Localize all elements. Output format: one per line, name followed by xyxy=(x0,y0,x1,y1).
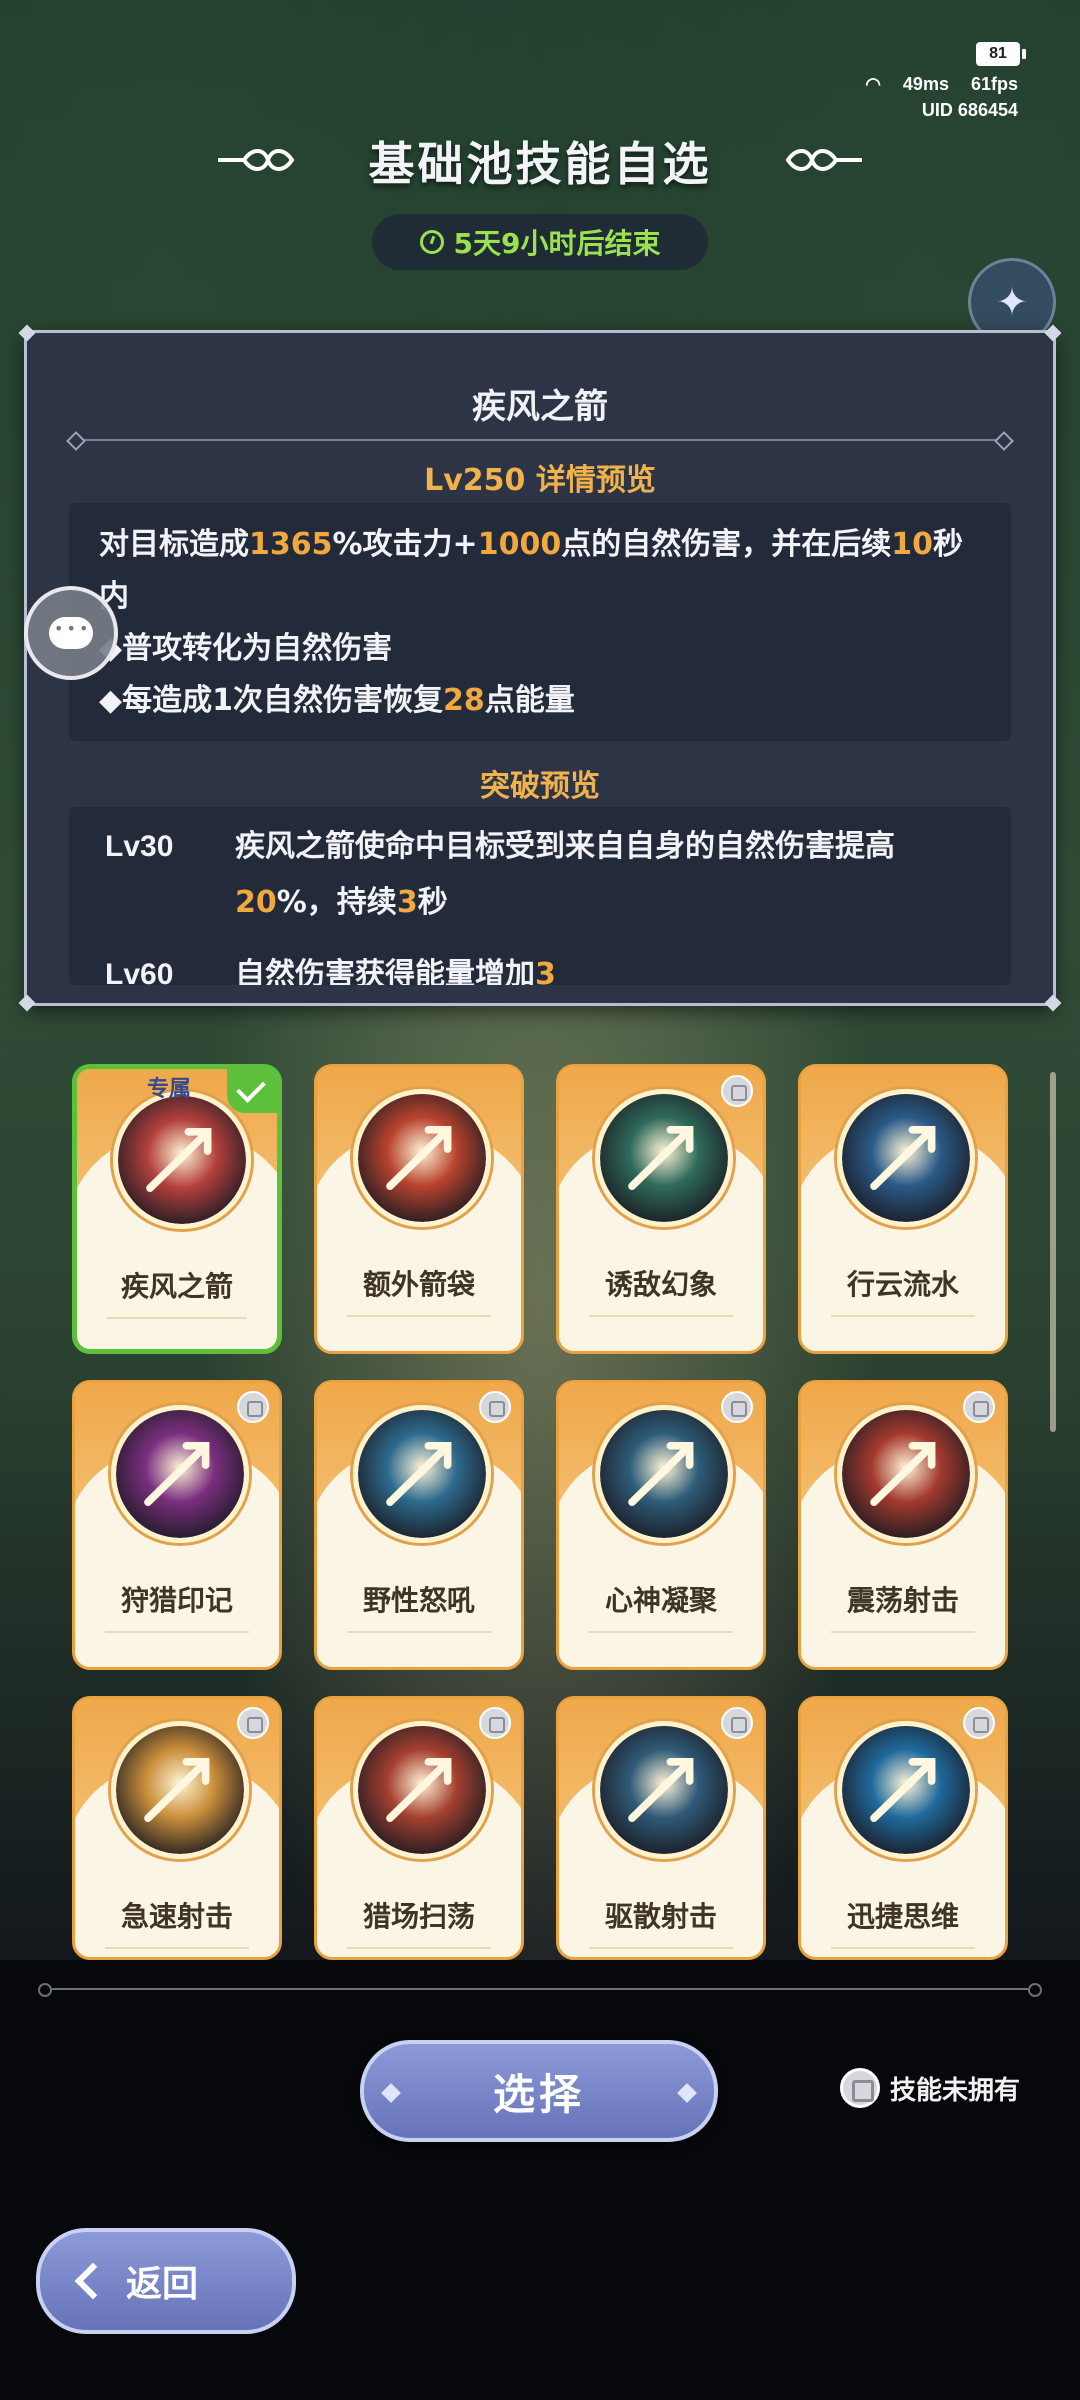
bottom-bar xyxy=(0,1960,1080,2400)
skill-card-label: 诱敌幻象 xyxy=(604,1268,717,1301)
skill-card-label: 震荡射击 xyxy=(846,1584,959,1617)
skill-detail-panel: 疾风之箭 Lv250 详情预览 对目标造成1365%攻击力+1000点的自然伤害… xyxy=(18,324,1062,1012)
event-timer: 5天9小时后结束 xyxy=(372,214,708,270)
skill-card-label: 额外箭袋 xyxy=(362,1268,475,1301)
skill-card-label: 行云流水 xyxy=(846,1268,959,1301)
wifi-icon: ◠ xyxy=(865,74,881,94)
back-arrow-icon xyxy=(74,2262,112,2300)
skill-icon xyxy=(353,1721,491,1859)
skill-card[interactable]: 疾风之箭 专属 xyxy=(72,1064,282,1354)
selected-check-icon xyxy=(227,1069,277,1113)
divider-rail xyxy=(38,1983,1042,1997)
page-title: 基础池技能自选 xyxy=(368,137,712,191)
skill-icon xyxy=(837,1089,975,1227)
skill-icon xyxy=(353,1405,491,1543)
skill-icon xyxy=(837,1721,975,1859)
timer-text: 5天9小时后结束 xyxy=(453,227,661,260)
skill-card[interactable]: 野性怒吼 xyxy=(314,1380,524,1670)
battery-indicator: 81 xyxy=(976,42,1026,66)
breakthrough-heading: 突破预览 xyxy=(480,769,600,804)
uid-text: UID 686454 xyxy=(921,100,1018,120)
breakthrough-row: Lv30 疾风之箭使命中目标受到来自自身的自然伤害提高20%，持续3秒 xyxy=(105,829,895,920)
clock-icon xyxy=(419,230,444,254)
divider xyxy=(77,439,1003,441)
detail-skill-name: 疾风之箭 xyxy=(472,387,608,427)
skill-icon xyxy=(595,1405,733,1543)
skill-card[interactable]: 猎场扫荡 xyxy=(314,1696,524,1960)
not-owned-icon xyxy=(237,1391,269,1423)
title-ornament-right-icon xyxy=(785,149,862,171)
skill-icon xyxy=(837,1405,975,1543)
preview-heading: Lv250 详情预览 xyxy=(424,463,656,498)
skill-card-label: 狩猎印记 xyxy=(120,1584,233,1617)
chat-bubble-icon[interactable] xyxy=(24,586,118,680)
not-owned-legend: 技能未拥有 xyxy=(840,2068,1020,2108)
skill-card[interactable]: 狩猎印记 xyxy=(72,1380,282,1670)
not-owned-icon xyxy=(237,1707,269,1739)
skill-card[interactable]: 驱散射击 xyxy=(556,1696,766,1960)
skill-card[interactable]: 心神凝聚 xyxy=(556,1380,766,1670)
not-owned-icon xyxy=(840,2068,880,2108)
skill-card-label: 驱散射击 xyxy=(604,1900,717,1933)
skill-card[interactable]: 诱敌幻象 xyxy=(556,1064,766,1354)
back-button[interactable]: 返回 xyxy=(36,2228,296,2334)
description-line: 对目标造成1365%攻击力+1000点的自然伤害，并在后续10秒内 xyxy=(99,527,963,614)
skill-card-label: 野性怒吼 xyxy=(362,1584,475,1617)
ping-text: 49ms xyxy=(902,74,949,94)
description-bullet: ◆每造成1次自然伤害恢复28点能量 xyxy=(99,683,575,718)
skill-card[interactable]: 急速射击 xyxy=(72,1696,282,1960)
skill-card-label: 猎场扫荡 xyxy=(362,1900,475,1933)
skill-card[interactable]: 额外箭袋 xyxy=(314,1064,524,1354)
skill-card[interactable]: 行云流水 xyxy=(798,1064,1008,1354)
skill-icon xyxy=(113,1091,251,1229)
select-button[interactable]: 选择 xyxy=(360,2040,718,2142)
skill-card[interactable]: 迅捷思维 xyxy=(798,1696,1008,1960)
skill-card-label: 急速射击 xyxy=(120,1900,233,1933)
not-owned-icon xyxy=(479,1391,511,1423)
skill-icon xyxy=(111,1721,249,1859)
skill-card[interactable]: 震荡射击 xyxy=(798,1380,1008,1670)
skill-card-label: 迅捷思维 xyxy=(846,1900,959,1933)
skill-icon xyxy=(111,1405,249,1543)
skill-icon xyxy=(595,1089,733,1227)
grid-scrollbar[interactable] xyxy=(1050,1072,1056,1432)
legend-label: 技能未拥有 xyxy=(890,2075,1021,2106)
fps-text: 61fps xyxy=(970,74,1018,94)
not-owned-icon xyxy=(721,1707,753,1739)
breakthrough-list[interactable]: Lv30 疾风之箭使命中目标受到来自自身的自然伤害提高20%，持续3秒 Lv60… xyxy=(69,807,1011,985)
description-bullet: ◆普攻转化为自然伤害 xyxy=(99,631,393,666)
network-status: ◠ 49ms 61fps xyxy=(865,74,1018,95)
not-owned-icon xyxy=(721,1391,753,1423)
not-owned-icon xyxy=(721,1075,753,1107)
not-owned-icon xyxy=(963,1707,995,1739)
skill-icon xyxy=(353,1089,491,1227)
skill-card-label: 疾风之箭 xyxy=(120,1270,233,1303)
skill-description: 对目标造成1365%攻击力+1000点的自然伤害，并在后续10秒内 ◆普攻转化为… xyxy=(69,503,1011,741)
not-owned-icon xyxy=(479,1707,511,1739)
breakthrough-row: Lv60 自然伤害获得能量增加3 xyxy=(105,957,556,985)
exclusive-tag: 专属 xyxy=(147,1077,192,1102)
not-owned-icon xyxy=(963,1391,995,1423)
skill-icon xyxy=(595,1721,733,1859)
skill-card-label: 心神凝聚 xyxy=(604,1584,717,1617)
